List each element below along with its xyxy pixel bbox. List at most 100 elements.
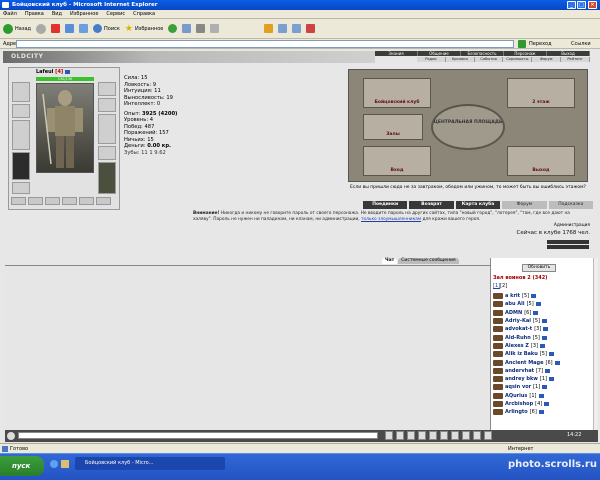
user-list-item[interactable]: ADMN [6] <box>493 309 597 317</box>
chat-edit-icon[interactable] <box>385 431 393 440</box>
user-list-item[interactable]: abu Ali [5] <box>493 300 597 308</box>
chat-filter-icon[interactable] <box>407 431 415 440</box>
helmet-slot[interactable] <box>12 82 30 102</box>
user-name[interactable]: Ald-Ruhn <box>505 335 531 341</box>
nav-character[interactable]: Персонаж <box>504 51 547 56</box>
warning-link[interactable]: только злоумышленникам <box>361 217 421 222</box>
tab-system-messages[interactable]: Системные сообщения <box>398 258 459 264</box>
user-list-item[interactable]: a krit [5] <box>493 292 597 300</box>
user-name[interactable]: Arlingto <box>505 409 528 415</box>
chat-fight-icon[interactable] <box>451 431 459 440</box>
forward-arrow-icon[interactable] <box>36 23 47 34</box>
refresh-icon[interactable] <box>65 24 75 33</box>
chat-input[interactable] <box>18 432 378 439</box>
refresh-button[interactable]: Обновить <box>522 264 556 272</box>
user-info-icon[interactable] <box>538 410 544 415</box>
quicklaunch-ie-icon[interactable] <box>50 460 58 468</box>
back-button[interactable]: Назад <box>3 23 31 34</box>
user-list-item[interactable]: Ald-Ruhn [5] <box>493 333 597 341</box>
user-list-item[interactable]: aqsin vor [1] <box>493 383 597 391</box>
extra-slot-6[interactable] <box>96 197 111 205</box>
links-button[interactable]: Ссылки <box>571 41 591 47</box>
nav-communication[interactable]: Общение <box>418 51 461 56</box>
return-button[interactable]: Возврат <box>409 201 454 209</box>
extra-slot-4[interactable] <box>62 197 77 205</box>
print-icon[interactable] <box>196 24 206 33</box>
user-info-icon[interactable] <box>538 393 544 398</box>
folder-icon[interactable] <box>292 24 302 33</box>
user-list-item[interactable]: advokat-t [3] <box>493 325 597 333</box>
chat-trade-icon[interactable] <box>462 431 470 440</box>
user-list-item[interactable]: AQurius [1] <box>493 392 597 400</box>
nav-knowledge[interactable]: Знания <box>375 51 418 56</box>
character-name[interactable]: Lafeul [4] <box>36 69 70 75</box>
user-list-item[interactable]: Ancient Mage [6] <box>493 358 597 366</box>
user-name[interactable]: Ancient Mage <box>505 360 544 366</box>
chat-info-icon[interactable] <box>484 431 492 440</box>
hint-button[interactable]: Подсказка <box>548 201 594 209</box>
extra-slot-3[interactable] <box>45 197 60 205</box>
chat-sound-icon[interactable] <box>429 431 437 440</box>
map-room-floor2[interactable]: 2 этаж <box>507 78 575 108</box>
menu-tools[interactable]: Сервис <box>106 11 125 17</box>
chat-map-icon[interactable] <box>473 431 481 440</box>
user-info-icon[interactable] <box>545 368 551 373</box>
user-name[interactable]: Alexes Z <box>505 343 529 349</box>
user-name[interactable]: a krit <box>505 293 520 299</box>
nav-radio[interactable]: Радио <box>417 57 446 62</box>
user-name[interactable]: aqsin vor <box>505 384 531 390</box>
user-list-item[interactable]: Alik iz Baku [5] <box>493 350 597 358</box>
taskbar-window-item[interactable]: Бойцовский клуб - Micro... <box>75 457 225 470</box>
messenger-icon[interactable] <box>278 24 288 33</box>
user-name[interactable]: Adriy-Kai <box>505 318 531 324</box>
ring-slot[interactable] <box>98 98 116 112</box>
chat-settings-icon[interactable] <box>7 432 15 440</box>
nav-exit[interactable]: Выход <box>547 51 590 56</box>
nav-screenshots[interactable]: Скриншоты <box>503 57 533 62</box>
favorites-button[interactable]: ★ Избранное <box>125 24 163 34</box>
menu-help[interactable]: Справка <box>133 11 155 17</box>
minimize-button[interactable]: _ <box>567 1 576 9</box>
user-list-item[interactable]: andervhat [7] <box>493 367 597 375</box>
user-info-icon[interactable] <box>548 352 554 357</box>
page-link-2[interactable]: [2] <box>500 283 507 289</box>
extra-slot-1[interactable] <box>11 197 26 205</box>
user-name[interactable]: AQurius <box>505 393 527 399</box>
boots-slot[interactable] <box>98 162 116 194</box>
addon-icon[interactable] <box>306 24 316 33</box>
go-button[interactable]: Переход <box>529 41 552 47</box>
start-button[interactable]: пуск <box>0 456 44 476</box>
menu-edit[interactable]: Правка <box>25 11 44 17</box>
offhand-slot[interactable] <box>98 114 116 144</box>
user-name[interactable]: ADMN <box>505 310 522 316</box>
map-room-halls[interactable]: Залы <box>363 114 423 140</box>
map-room-fightclub[interactable]: Бойцовский клуб <box>363 78 431 108</box>
club-map-button[interactable]: Карта клуба <box>455 201 501 209</box>
nav-chronicles[interactable]: Хроники <box>446 57 475 62</box>
user-list-item[interactable]: Alexes Z [3] <box>493 342 597 350</box>
belt-slot[interactable] <box>12 182 30 194</box>
user-info-icon[interactable] <box>533 310 539 315</box>
chat-smile-icon[interactable] <box>418 431 426 440</box>
nav-security[interactable]: Безопасность <box>461 51 504 56</box>
mail-icon[interactable] <box>182 24 192 33</box>
user-list-item[interactable]: andrey bkw [1] <box>493 375 597 383</box>
quicklaunch-desktop-icon[interactable] <box>61 460 69 468</box>
nav-rating[interactable]: Рейтинг <box>561 57 590 62</box>
armor-slot[interactable] <box>12 152 30 180</box>
user-info-icon[interactable] <box>541 335 547 340</box>
home-icon[interactable] <box>79 24 89 33</box>
address-input[interactable] <box>16 40 514 48</box>
tab-chat[interactable]: Чат <box>382 258 398 264</box>
extra-slot-5[interactable] <box>79 197 94 205</box>
info-badge-icon[interactable] <box>64 69 70 74</box>
nav-events[interactable]: События <box>475 57 504 62</box>
user-list-item[interactable]: Arcbishop [4] <box>493 400 597 408</box>
fights-button[interactable]: Поединки <box>363 201 408 209</box>
go-arrow-icon[interactable] <box>518 40 526 48</box>
map-room-exit[interactable]: Выход <box>507 146 575 176</box>
map-central-square[interactable]: ЦЕНТРАЛЬНАЯ ПЛОЩАДЬ <box>431 104 505 150</box>
nav-forum[interactable]: Форум <box>532 57 562 62</box>
chat-area[interactable] <box>5 265 490 430</box>
menu-favorites[interactable]: Избранное <box>70 11 98 17</box>
